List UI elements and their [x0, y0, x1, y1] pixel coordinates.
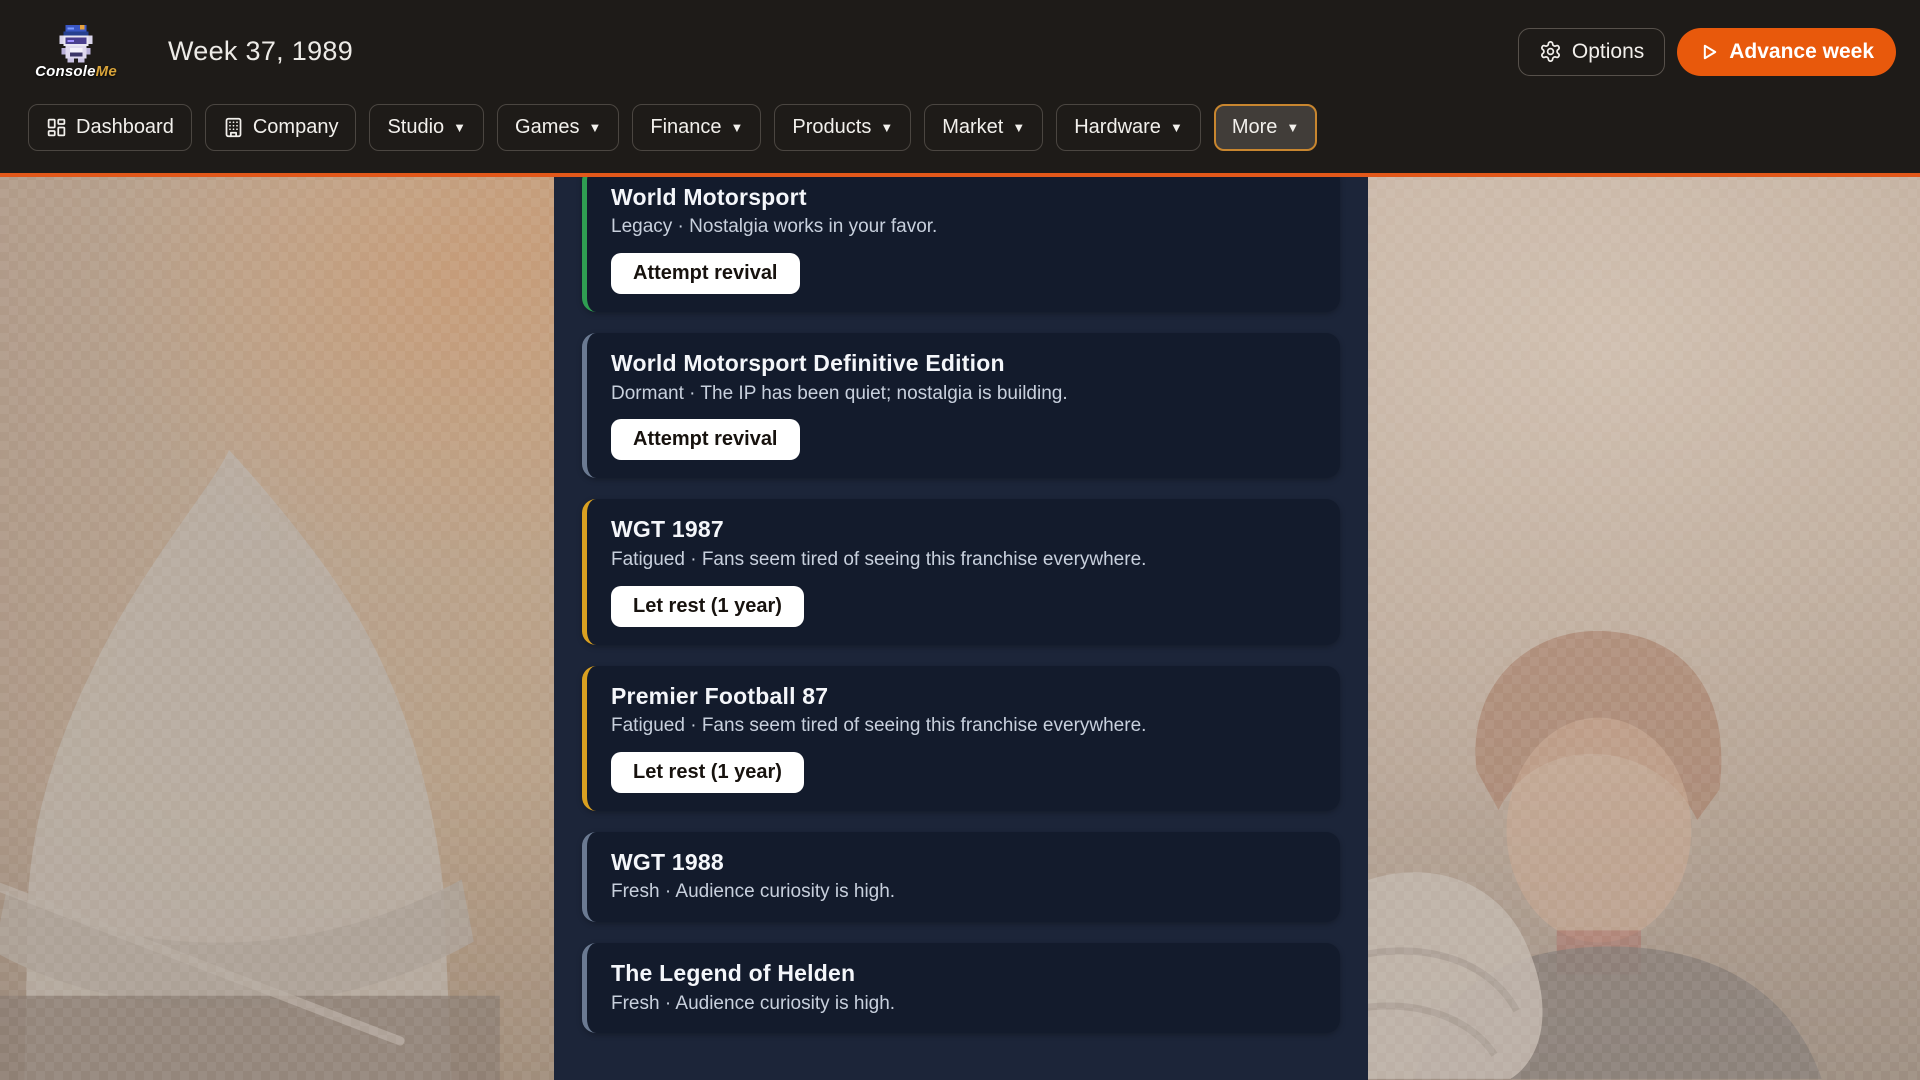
caret-down-icon: ▼	[1286, 120, 1299, 135]
nav-studio[interactable]: Studio ▼	[369, 104, 484, 151]
let-rest-button[interactable]: Let rest (1 year)	[611, 752, 804, 793]
nav-label: Finance	[650, 116, 721, 139]
nav-label: Games	[515, 116, 579, 139]
options-label: Options	[1572, 40, 1644, 64]
options-button[interactable]: Options	[1518, 28, 1665, 76]
logo-wordmark: ConsoleMe	[35, 63, 117, 80]
franchise-name: Premier Football 87	[611, 683, 1316, 709]
franchise-name: WGT 1987	[611, 516, 1316, 542]
nav-dashboard[interactable]: Dashboard	[28, 104, 192, 151]
franchise-card-wgt-1987: WGT 1987 Fatigued · Fans seem tired of s…	[582, 499, 1340, 644]
nav-label: Company	[253, 116, 339, 139]
week-label: Week 37, 1989	[168, 36, 353, 67]
nav-games[interactable]: Games ▼	[497, 104, 619, 151]
franchise-card-wm-definitive: World Motorsport Definitive Edition Dorm…	[582, 333, 1340, 478]
caret-down-icon: ▼	[589, 120, 602, 135]
attempt-revival-button[interactable]: Attempt revival	[611, 253, 800, 294]
nav-products[interactable]: Products ▼	[774, 104, 911, 151]
franchise-card-world-motorsport: World Motorsport Legacy · Nostalgia work…	[582, 177, 1340, 312]
nav-label: Products	[792, 116, 871, 139]
franchise-card-premier-football-87: Premier Football 87 Fatigued · Fans seem…	[582, 666, 1340, 811]
franchise-name: WGT 1988	[611, 849, 1316, 875]
franchise-name: The Legend of Helden	[611, 960, 1316, 986]
franchise-status: Dormant · The IP has been quiet; nostalg…	[611, 383, 1316, 406]
franchise-card-wgt-1988: WGT 1988 Fresh · Audience curiosity is h…	[582, 832, 1340, 922]
logo-text-console: Console	[35, 63, 96, 80]
let-rest-button[interactable]: Let rest (1 year)	[611, 586, 804, 627]
advance-week-label: Advance week	[1729, 40, 1874, 64]
advance-week-button[interactable]: Advance week	[1677, 28, 1896, 76]
caret-down-icon: ▼	[880, 120, 893, 135]
franchise-status: Fatigued · Fans seem tired of seeing thi…	[611, 549, 1316, 572]
franchise-status: Legacy · Nostalgia works in your favor.	[611, 216, 1316, 239]
nav-finance[interactable]: Finance ▼	[632, 104, 761, 151]
nav-label: More	[1232, 116, 1278, 139]
nav-company[interactable]: Company	[205, 104, 357, 151]
attempt-revival-button[interactable]: Attempt revival	[611, 419, 800, 460]
franchise-panel: World Motorsport Legacy · Nostalgia work…	[554, 177, 1368, 1080]
nav-label: Hardware	[1074, 116, 1161, 139]
caret-down-icon: ▼	[1170, 120, 1183, 135]
caret-down-icon: ▼	[453, 120, 466, 135]
franchise-status: Fatigued · Fans seem tired of seeing thi…	[611, 715, 1316, 738]
caret-down-icon: ▼	[731, 120, 744, 135]
app-logo: ConsoleMe	[28, 23, 124, 80]
header-actions: Options Advance week	[1518, 28, 1896, 76]
franchise-name: World Motorsport Definitive Edition	[611, 350, 1316, 376]
play-icon	[1699, 42, 1719, 62]
nav-label: Market	[942, 116, 1003, 139]
building-icon	[223, 117, 244, 138]
nav-label: Studio	[387, 116, 444, 139]
nav-hardware[interactable]: Hardware ▼	[1056, 104, 1201, 151]
nav-more[interactable]: More ▼	[1214, 104, 1317, 151]
main-nav: Dashboard Company Studio ▼	[0, 102, 1920, 152]
franchise-name: World Motorsport	[611, 184, 1316, 210]
header-top-row: ConsoleMe Week 37, 1989 Options	[0, 0, 1920, 103]
franchise-status: Fresh · Audience curiosity is high.	[611, 993, 1316, 1016]
logo-text-me: Me	[96, 63, 117, 80]
app: World Motorsport Legacy · Nostalgia work…	[0, 0, 1920, 1080]
dashboard-grid-icon	[46, 117, 67, 138]
nav-market[interactable]: Market ▼	[924, 104, 1043, 151]
header: ConsoleMe Week 37, 1989 Options	[0, 0, 1920, 177]
franchise-status: Fresh · Audience curiosity is high.	[611, 881, 1316, 904]
gear-icon	[1539, 40, 1562, 63]
caret-down-icon: ▼	[1012, 120, 1025, 135]
nav-label: Dashboard	[76, 116, 174, 139]
franchise-card-legend-of-helden: The Legend of Helden Fresh · Audience cu…	[582, 943, 1340, 1033]
